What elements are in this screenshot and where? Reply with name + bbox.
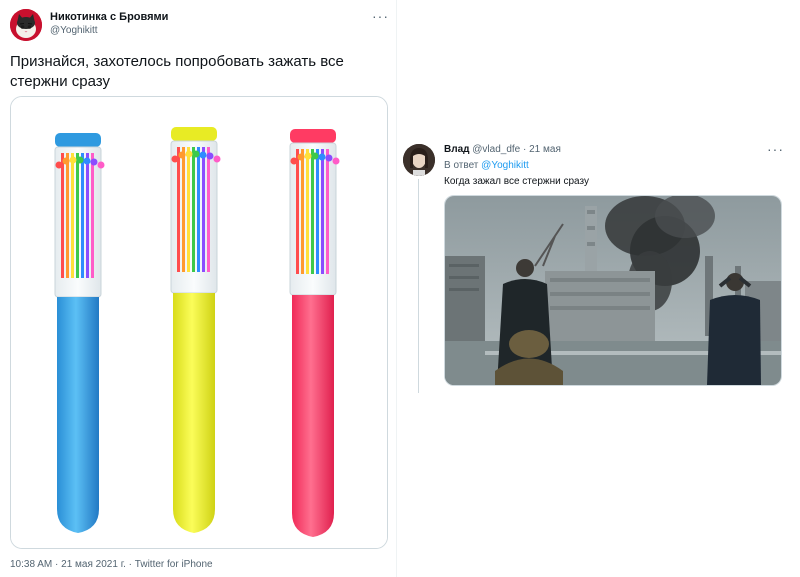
reply-header: Влад @vlad_dfe · 21 мая (444, 144, 561, 155)
pink-pen (289, 129, 340, 537)
blue-pen (54, 133, 105, 533)
user-handle[interactable]: @vlad_dfe (472, 144, 520, 155)
more-options-icon[interactable]: ··· (372, 8, 389, 24)
avatar[interactable] (403, 144, 435, 176)
user-handle[interactable]: @Yoghikitt (50, 25, 168, 36)
reply-tweet: Влад @vlad_dfe · 21 мая ··· В ответ @Yog… (403, 141, 787, 393)
reply-image[interactable] (444, 195, 782, 386)
display-name[interactable]: Никотинка с Бровями (50, 11, 168, 23)
mention-link[interactable]: @Yoghikitt (481, 160, 529, 171)
author-block: Никотинка с Бровями @Yoghikitt (50, 11, 168, 36)
tweet-image[interactable] (10, 96, 388, 549)
scene-image (445, 196, 781, 385)
display-name[interactable]: Влад (444, 144, 469, 155)
tweet-text: Когда зажал все стержни сразу (444, 176, 589, 187)
replying-to-prefix: В ответ (444, 160, 482, 171)
thread-line (418, 179, 419, 393)
tweet-meta: 10:38 AM · 21 мая 2021 г. · Twitter for … (10, 559, 213, 570)
avatar[interactable] (10, 9, 42, 41)
cat-avatar-icon (10, 9, 42, 41)
tweet-text: Признайся, захотелось попробовать зажать… (10, 53, 344, 90)
person-avatar-icon (403, 144, 435, 176)
main-tweet: Никотинка с Бровями @Yoghikitt ··· Призн… (0, 0, 397, 577)
yellow-pen (170, 127, 221, 533)
timestamp[interactable]: · 21 мая (523, 144, 561, 155)
pens-image (11, 97, 387, 548)
more-options-icon[interactable]: ··· (767, 141, 784, 157)
replying-to: В ответ @Yoghikitt (444, 160, 529, 171)
